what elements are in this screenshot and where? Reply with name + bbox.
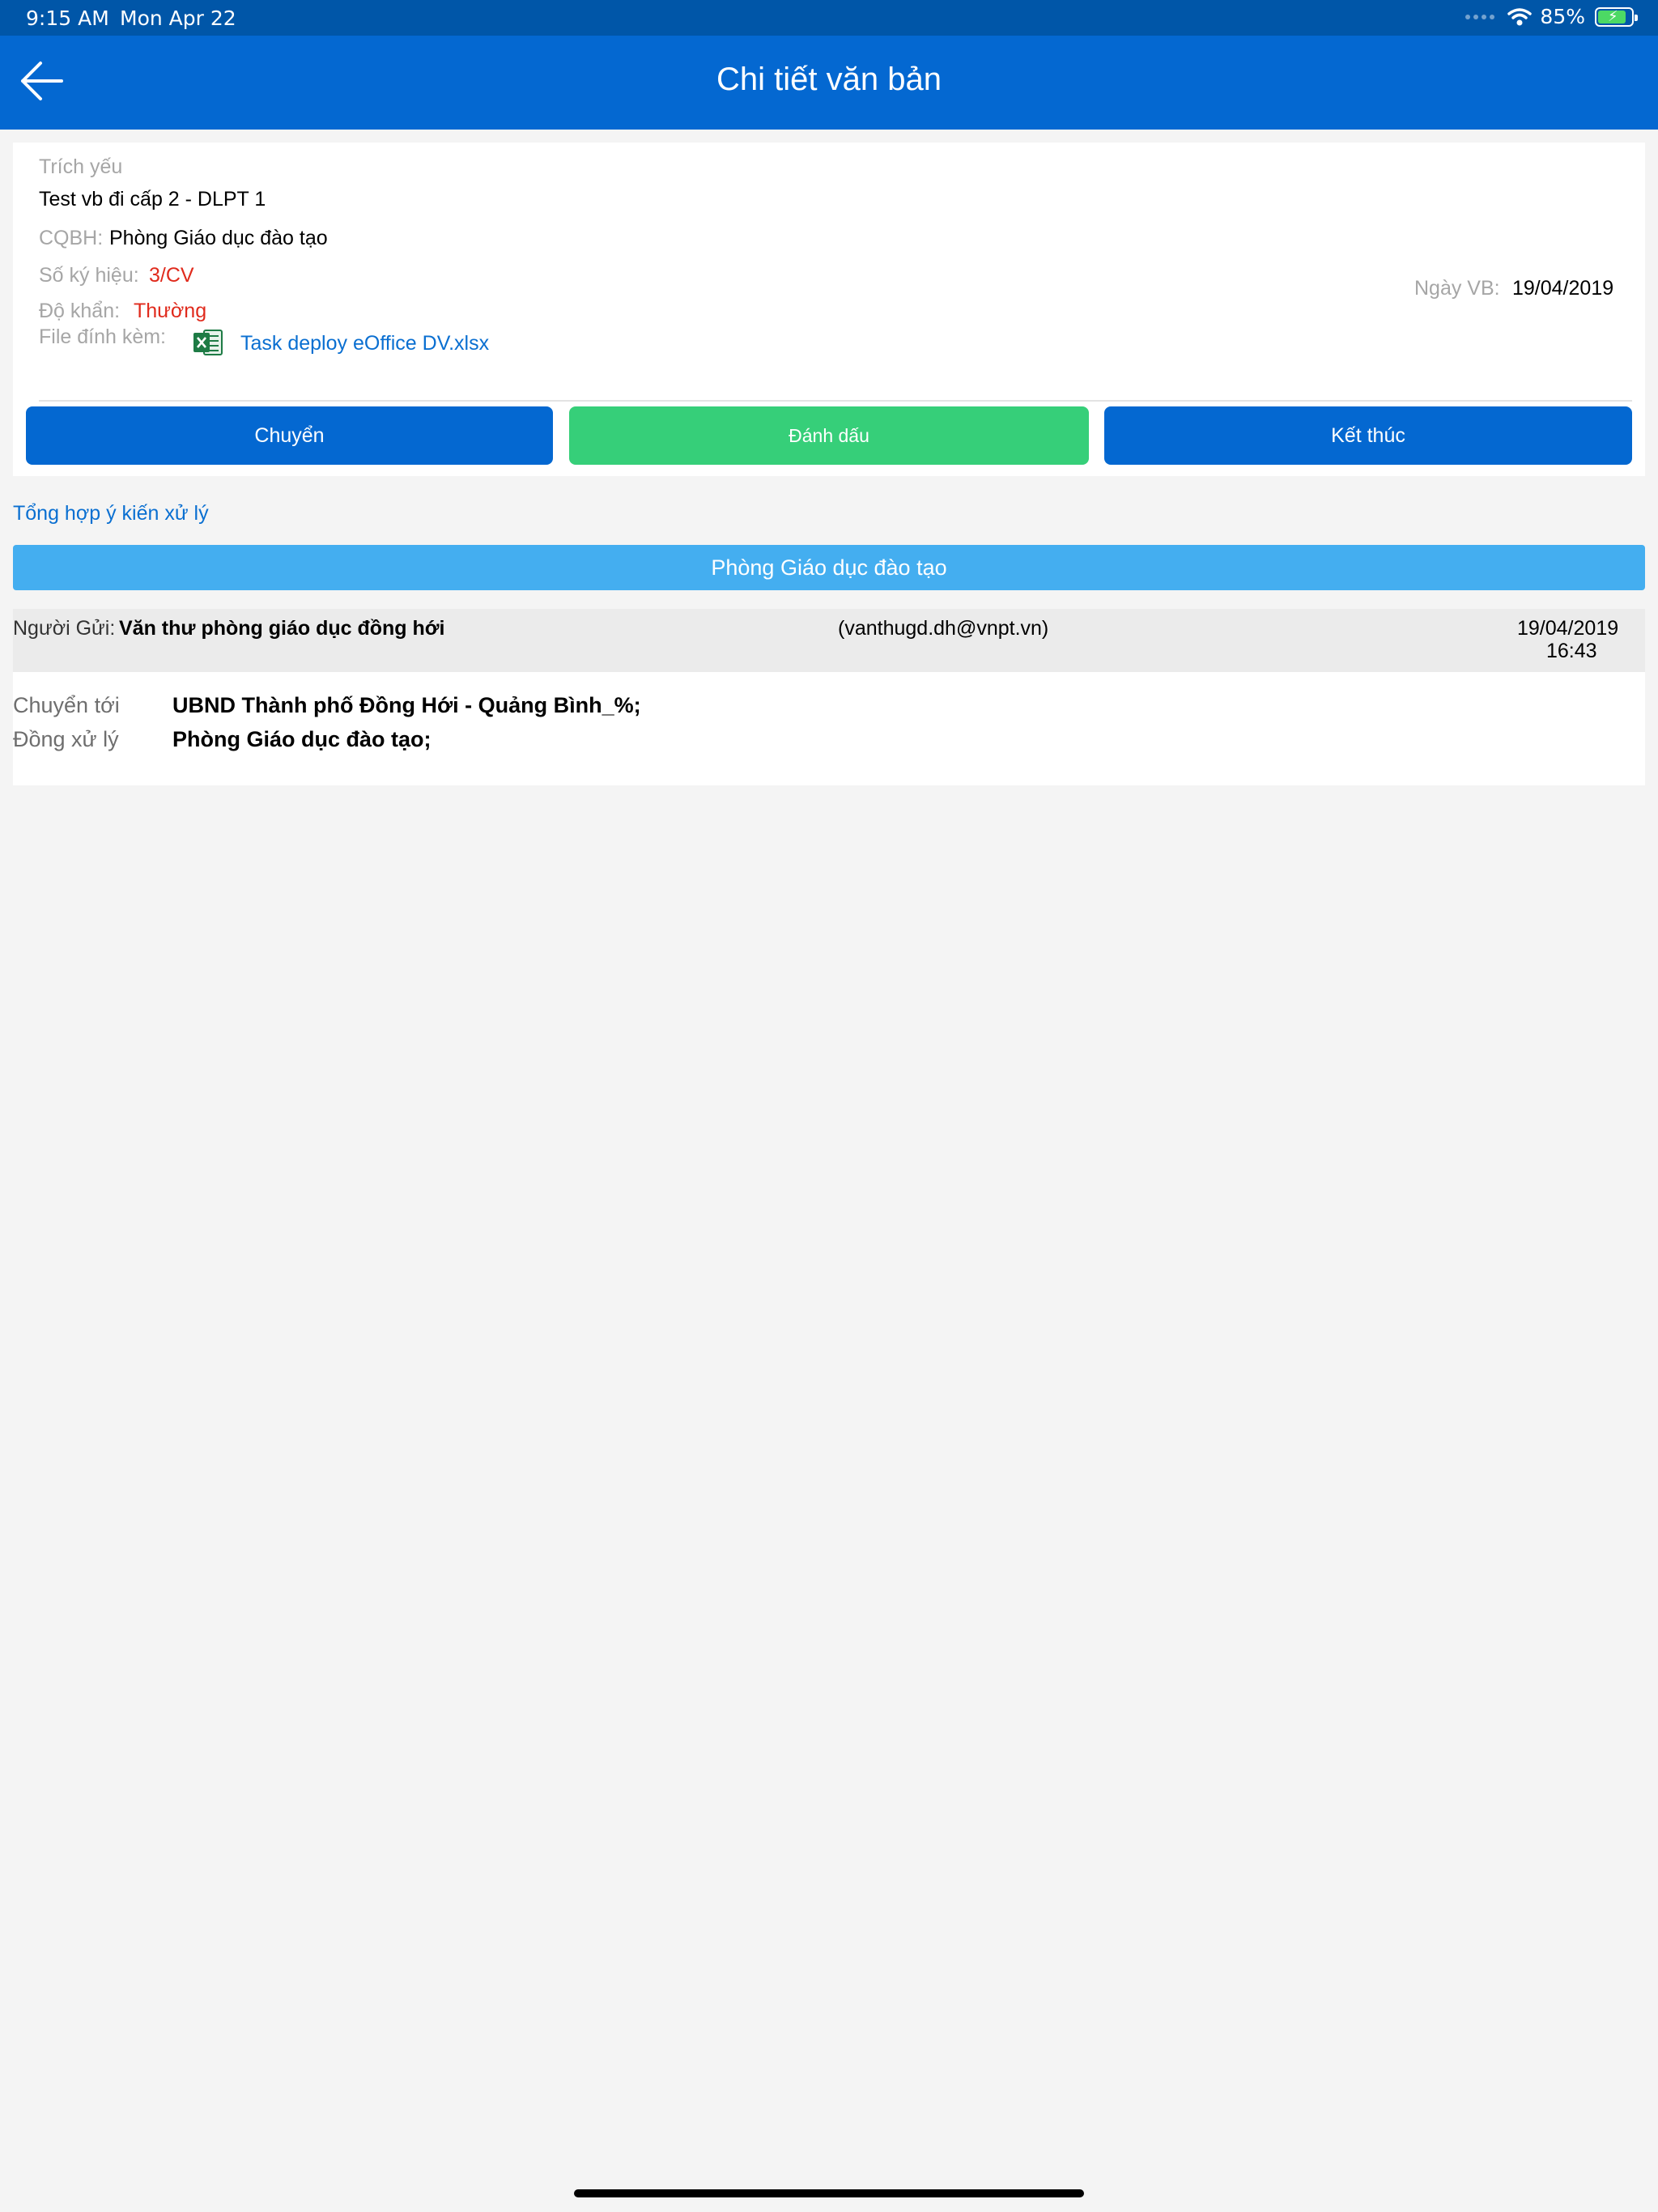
number-value: 3/CV	[149, 264, 194, 287]
co-process-label: Đồng xử lý	[13, 727, 119, 751]
sender-row: Người Gửi: Văn thư phòng giáo dục đồng h…	[13, 609, 1645, 672]
date-label: Ngày VB:	[1414, 277, 1500, 300]
status-time: 9:15 AM	[26, 6, 109, 30]
signal-dots-icon	[1465, 14, 1495, 19]
finish-button[interactable]: Kết thúc	[1104, 406, 1632, 465]
status-right: 85% ⚡	[1465, 5, 1638, 28]
mark-button[interactable]: Đánh dấu	[569, 406, 1089, 465]
divider	[39, 400, 1632, 402]
attachment-link[interactable]: Task deploy eOffice DV.xlsx	[240, 332, 489, 355]
issuer-value: Phòng Giáo dục đào tạo	[109, 227, 328, 249]
summary-value: Test vb đi cấp 2 - DLPT 1	[39, 188, 266, 211]
sender-name: Văn thư phòng giáo dục đồng hới	[119, 617, 445, 640]
sender-email: (vanthugd.dh@vnpt.vn)	[838, 617, 1049, 640]
battery-percent: 85%	[1540, 5, 1585, 28]
forward-details: Chuyển tới UBND Thành phố Đồng Hới - Quả…	[13, 672, 1645, 785]
sent-date: 19/04/2019	[1517, 617, 1619, 640]
summary-label: Trích yếu	[39, 155, 123, 178]
status-bar: 9:15 AM Mon Apr 22 85% ⚡	[0, 0, 1658, 36]
urgency-label: Độ khẩn:	[39, 300, 121, 322]
page-title: Chi tiết văn bản	[716, 62, 942, 97]
co-process-value: Phòng Giáo dục đào tạo;	[172, 727, 432, 751]
department-header: Phòng Giáo dục đào tạo	[13, 545, 1645, 590]
excel-file-icon	[193, 330, 223, 355]
home-indicator[interactable]	[574, 2189, 1084, 2197]
date-value: 19/04/2019	[1512, 277, 1614, 300]
forward-to-label: Chuyển tới	[13, 693, 120, 717]
urgency-value: Thường	[134, 300, 207, 322]
issuer-label: CQBH:	[39, 227, 104, 249]
opinion-summary-link[interactable]: Tổng hợp ý kiến xử lý	[13, 502, 209, 525]
battery-charging-icon: ⚡	[1595, 6, 1638, 27]
attachment-label: File đính kèm:	[39, 325, 167, 348]
sent-time: 16:43	[1546, 640, 1597, 662]
forward-button[interactable]: Chuyển	[26, 406, 553, 465]
status-date: Mon Apr 22	[120, 6, 236, 30]
document-card: Trích yếu Test vb đi cấp 2 - DLPT 1 CQBH…	[13, 143, 1645, 476]
nav-bar: Chi tiết văn bản	[0, 36, 1658, 130]
forward-to-value: UBND Thành phố Đồng Hới - Quảng Bình_%;	[172, 693, 641, 717]
wifi-icon	[1507, 7, 1533, 25]
number-label: Số ký hiệu:	[39, 264, 139, 287]
sender-label: Người Gửi:	[13, 617, 116, 640]
